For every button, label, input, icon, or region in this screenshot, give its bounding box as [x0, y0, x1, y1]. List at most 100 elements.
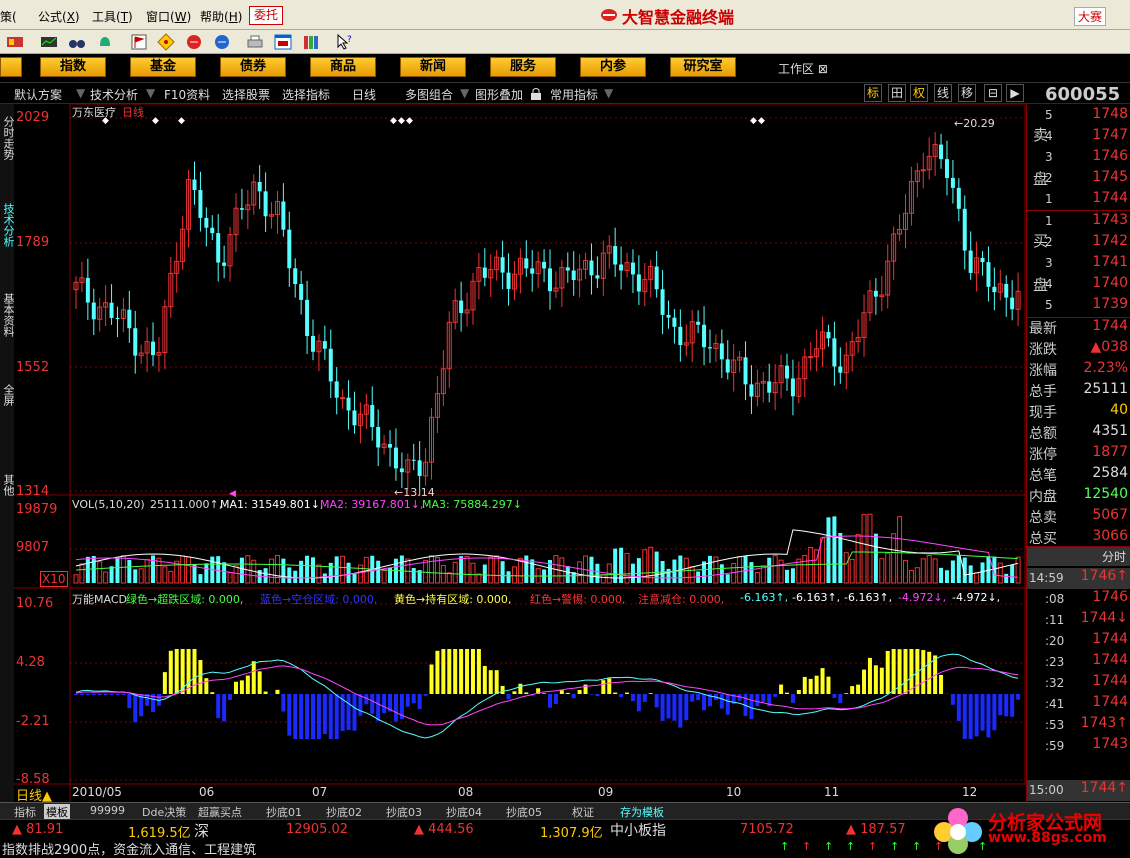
candle-body	[198, 190, 203, 218]
candle-body	[696, 321, 701, 325]
candle-body	[1004, 283, 1009, 298]
signal-marker: ◆	[758, 116, 765, 126]
candle-body	[678, 326, 683, 346]
toggle-yi[interactable]: 移	[958, 84, 976, 102]
level-number: 3	[1045, 150, 1053, 164]
nav-left-edge-button[interactable]	[0, 57, 22, 77]
chart-area[interactable]: ◆ ◆ ◆ ◆ ◆ ◆ ◆ ◆ ◀ 万东医疗 日线 2029 1789 1552 1314 ←2…	[14, 104, 1026, 804]
macd-caption-v5: -4.972↓,	[952, 591, 1001, 604]
tab-warrant[interactable]: 权证	[572, 804, 594, 820]
tab-chaodi01[interactable]: 抄底01	[266, 804, 302, 820]
menu-item-help[interactable]: 帮助(H)	[200, 8, 242, 25]
help-cursor-icon[interactable]: ?	[336, 33, 354, 51]
alarm-bell-icon[interactable]	[96, 33, 114, 51]
nav-index-button[interactable]: 指数	[40, 57, 106, 77]
nav-news-button[interactable]: 新闻	[400, 57, 466, 77]
multi-chart-menu[interactable]: 多图组合	[405, 86, 453, 103]
candle-body	[530, 268, 535, 274]
tab-chaodi05[interactable]: 抄底05	[506, 804, 542, 820]
volume-bar	[885, 552, 891, 584]
tab-chaoying[interactable]: 超赢买点	[198, 804, 242, 820]
window-layout-icon[interactable]	[274, 33, 292, 51]
nav-service-button[interactable]: 服务	[490, 57, 556, 77]
kline-chart-svg[interactable]: ◆ ◆ ◆ ◆ ◆ ◆ ◆ ◆◀	[14, 104, 1026, 804]
side-tab-tech[interactable]: 技术分析	[0, 200, 15, 250]
market-sme[interactable]: 中小板指	[610, 820, 666, 840]
nav-insider-button[interactable]: 内参	[580, 57, 646, 77]
tab-indicator[interactable]: 指标	[14, 804, 36, 820]
tick-price: 1743	[1092, 736, 1128, 752]
volume-bar	[1010, 564, 1015, 583]
candle-body	[210, 227, 215, 234]
candle-body	[613, 246, 618, 265]
toggle-quan[interactable]: 权	[910, 84, 928, 102]
brand-logo-icon	[601, 9, 617, 21]
macd-bar	[447, 649, 452, 694]
period-menu[interactable]: 日线	[352, 86, 376, 103]
candle-body	[956, 187, 961, 209]
side-tab-other[interactable]: 其他	[0, 470, 15, 500]
flag-icon[interactable]	[130, 33, 148, 51]
menu-item-tools[interactable]: 工具(T)	[92, 8, 133, 25]
side-tab-intraday[interactable]: 分时走势	[0, 108, 15, 168]
common-indicator-menu[interactable]: 常用指标	[550, 86, 598, 103]
tab-99999[interactable]: 99999	[90, 804, 125, 817]
macd-bar	[305, 694, 310, 739]
candle-body	[654, 266, 659, 290]
volume-bar	[974, 572, 980, 584]
chart-tool-icon[interactable]	[40, 33, 58, 51]
diamond-icon[interactable]	[157, 33, 175, 51]
nav-commodity-button[interactable]: 商品	[310, 57, 376, 77]
weituo-button[interactable]: 委托	[249, 6, 284, 25]
side-tab-basic[interactable]: 基本资料	[0, 290, 15, 340]
candle-body	[322, 341, 327, 349]
tech-analysis-menu[interactable]: 技术分析	[90, 86, 138, 103]
menu-item-strategy[interactable]: 策(	[0, 8, 17, 25]
tab-template[interactable]: 模板	[44, 804, 70, 820]
vol-unit-label: X10	[40, 571, 68, 587]
volume-bar	[186, 556, 192, 584]
workspace-dropdown[interactable]: 工作区 ⊠	[778, 60, 828, 77]
side-tab-fullscreen[interactable]: 全屏	[0, 380, 15, 410]
play-icon[interactable]: ▶	[1006, 84, 1024, 102]
stat-label: 总卖	[1029, 510, 1057, 526]
blue-cycle-icon[interactable]	[213, 33, 231, 51]
select-stock-menu[interactable]: 选择股票	[222, 86, 270, 103]
menu-item-window[interactable]: 窗口(W)	[146, 8, 191, 25]
tab-chaodi04[interactable]: 抄底04	[446, 804, 482, 820]
dasai-button[interactable]: 大赛	[1074, 7, 1107, 26]
binoculars-icon[interactable]	[68, 33, 86, 51]
tab-dde[interactable]: Dde决策	[142, 804, 186, 820]
select-indicator-menu[interactable]: 选择指标	[282, 86, 330, 103]
sell-level-row: 5 1748	[1027, 106, 1130, 127]
macd-bar	[630, 694, 635, 702]
f10-menu[interactable]: F10资料	[164, 86, 210, 103]
tab-save-template[interactable]: 存为模板	[620, 804, 664, 820]
lock-icon[interactable]	[530, 87, 542, 100]
default-scheme-menu[interactable]: 默认方案	[14, 86, 62, 103]
tab-chaodi02[interactable]: 抄底02	[326, 804, 362, 820]
minimize-panel-icon[interactable]: ⊟	[984, 84, 1002, 102]
overlay-menu[interactable]: 图形叠加	[475, 86, 523, 103]
macd-bar	[678, 694, 683, 728]
tab-chaodi03[interactable]: 抄底03	[386, 804, 422, 820]
toggle-biao[interactable]: 标	[864, 84, 882, 102]
macd-axis-label: 10.76	[16, 596, 54, 611]
stat-row: 总额 4351	[1027, 423, 1130, 444]
macd-bar	[625, 692, 630, 694]
candle-body	[85, 277, 90, 303]
menu-item-formula[interactable]: 公式(X)	[38, 8, 80, 25]
print-icon[interactable]	[246, 33, 264, 51]
level-number: 3	[1045, 256, 1053, 270]
nav-bond-button[interactable]: 债券	[220, 57, 286, 77]
red-cycle-icon[interactable]	[185, 33, 203, 51]
toggle-grid[interactable]: 田	[888, 84, 906, 102]
quote-board-icon[interactable]	[6, 33, 24, 51]
nav-research-button[interactable]: 研究室	[670, 57, 736, 77]
macd-bar	[1016, 694, 1021, 700]
nav-fund-button[interactable]: 基金	[130, 57, 196, 77]
buy-level-row: 3 1741	[1027, 254, 1130, 275]
toggle-xian[interactable]: 线	[934, 84, 952, 102]
fenshi-label[interactable]: 分时	[1102, 548, 1126, 565]
books-icon[interactable]	[302, 33, 320, 51]
